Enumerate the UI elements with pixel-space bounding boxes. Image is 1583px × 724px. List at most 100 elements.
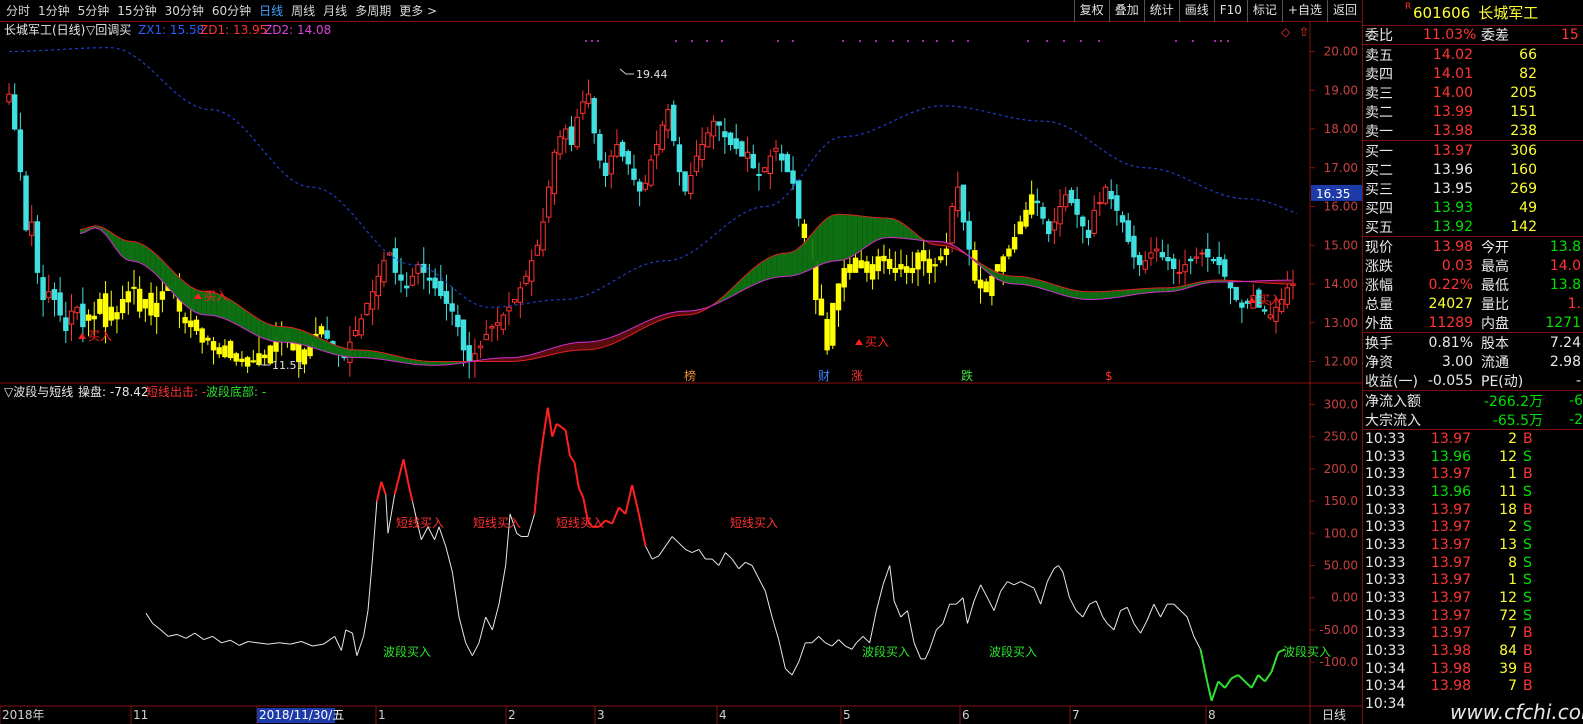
tick-price: 13.97	[1430, 607, 1471, 624]
tick-side: B	[1523, 643, 1533, 660]
wave-segment	[491, 604, 500, 631]
tick-side: S	[1523, 448, 1532, 465]
mark-button[interactable]: 标记	[1246, 0, 1282, 22]
chart-area[interactable]: 20.00 19.00 18.00 17.00 16.00 15.00 14.00 13.00…	[0, 22, 1362, 724]
period-tab-60min[interactable]: 60分钟	[208, 0, 255, 22]
ask-volume: 151	[1510, 103, 1537, 120]
candle-body	[46, 291, 52, 299]
wave-segment	[375, 481, 383, 502]
wave-segment	[913, 642, 922, 660]
wave-segment	[387, 494, 396, 534]
candle-body	[136, 288, 143, 312]
ribbon-segment	[574, 342, 580, 351]
tick-side: S	[1523, 536, 1532, 553]
period-tab-more[interactable]: 更多 >	[395, 0, 441, 22]
fuquan-button[interactable]: 复权	[1073, 0, 1109, 22]
kline-chart[interactable]: 20.0019.0018.0017.0016.0015.0014.0013.00…	[0, 22, 1362, 724]
wave-segment	[527, 513, 535, 537]
ribbon-segment	[852, 215, 858, 256]
candle-body	[1136, 255, 1143, 266]
wave-segment	[1186, 616, 1195, 637]
y-tick-label: 13.00	[1324, 316, 1358, 330]
tick-volume: 2	[1508, 519, 1517, 536]
candle-body	[1074, 198, 1080, 215]
overlay-button[interactable]: 叠加	[1108, 0, 1144, 22]
wave-segment	[771, 616, 780, 640]
candle-body	[1063, 194, 1069, 208]
wave-segment	[711, 558, 720, 566]
wave-segment	[367, 559, 373, 611]
ribbon-segment	[1024, 276, 1030, 286]
flow-extra: -2	[1569, 411, 1583, 428]
period-tab-daily[interactable]: 日线	[255, 0, 287, 22]
tick-volume: 7	[1508, 678, 1517, 695]
zd1-line	[79, 213, 1293, 362]
wave-segment	[363, 610, 369, 637]
wave-segment	[882, 565, 891, 585]
draw-button[interactable]: 画线	[1178, 0, 1214, 22]
x-tick-label: 1	[378, 708, 386, 722]
candle-body	[1222, 259, 1228, 277]
candle-body	[1188, 258, 1194, 262]
period-tab-monthly[interactable]: 月线	[319, 0, 351, 22]
top-dot	[936, 40, 938, 42]
candle-body	[1148, 252, 1154, 259]
wave-segment	[678, 542, 686, 550]
candle-body	[375, 275, 381, 297]
period-tab-multi[interactable]: 多周期	[351, 0, 395, 22]
add-watchlist-button[interactable]: +自选	[1281, 0, 1327, 22]
bid-row: 买四 13.93 49	[1363, 198, 1583, 217]
candle-body	[159, 291, 166, 300]
y-tick-label: -50.00	[1319, 623, 1358, 637]
candle-body	[574, 116, 580, 148]
ribbon-segment	[1286, 280, 1292, 284]
tick-side: B	[1523, 660, 1533, 677]
wave-segment	[1224, 677, 1233, 689]
wave-segment	[1046, 568, 1055, 582]
candle-body	[381, 260, 387, 283]
ribbon-segment	[792, 249, 798, 276]
ask-row: 卖一 13.98 238	[1363, 121, 1583, 140]
top-dot	[1220, 40, 1222, 42]
period-tab-30min[interactable]: 30分钟	[161, 0, 208, 22]
period-tab-weekly[interactable]: 周线	[287, 0, 319, 22]
candle-body	[994, 264, 1001, 272]
wave-segment	[651, 555, 660, 560]
period-tab-fenshi[interactable]: 分时	[2, 0, 34, 22]
candle-body	[551, 151, 558, 195]
wave-segment	[406, 481, 414, 502]
tick-volume: 18	[1499, 501, 1517, 518]
ribbon-segment	[135, 241, 141, 264]
wave-segment	[221, 639, 231, 644]
candle-body	[364, 302, 370, 316]
candle-body	[1216, 256, 1222, 266]
wave-segment	[551, 423, 558, 437]
wave-segment	[758, 578, 766, 592]
x-tick-label: 2018/11/30/五	[259, 708, 344, 722]
share-info: 换手 0.81% 股本 7.24 净资 3.00 流通 2.98 收益(一) -0.055 PE(动…	[1363, 333, 1583, 391]
candle-body	[1125, 220, 1131, 242]
tick-row: 10:34 13.98 39 B	[1363, 660, 1583, 678]
candle-body	[824, 318, 830, 351]
ribbon-segment	[140, 243, 146, 266]
ribbon-segment	[827, 215, 833, 263]
info-label: PE(动)	[1481, 373, 1524, 390]
wave-segment	[1020, 581, 1028, 586]
tool-buttons: 复权 叠加 统计 画线 F10 标记 +自选 返回	[1073, 0, 1362, 22]
top-dot	[967, 40, 969, 42]
y-tick-label: 100.0	[1324, 526, 1358, 540]
f10-button[interactable]: F10	[1213, 0, 1247, 22]
back-button[interactable]: 返回	[1326, 0, 1362, 22]
candle-body	[625, 151, 631, 165]
candle-body	[216, 347, 222, 355]
bid-row: 买一 13.97 306	[1363, 141, 1583, 160]
wave-segment	[1199, 649, 1209, 682]
candle-body	[369, 291, 376, 310]
period-tab-1min[interactable]: 1分钟	[34, 0, 74, 22]
stats-button[interactable]: 统计	[1143, 0, 1179, 22]
short-buy-label: 短线买入	[396, 516, 444, 530]
period-tab-15min[interactable]: 15分钟	[113, 0, 160, 22]
quote-value: 13.8	[1549, 276, 1581, 293]
candle-body	[51, 289, 58, 300]
period-tab-5min[interactable]: 5分钟	[74, 0, 114, 22]
